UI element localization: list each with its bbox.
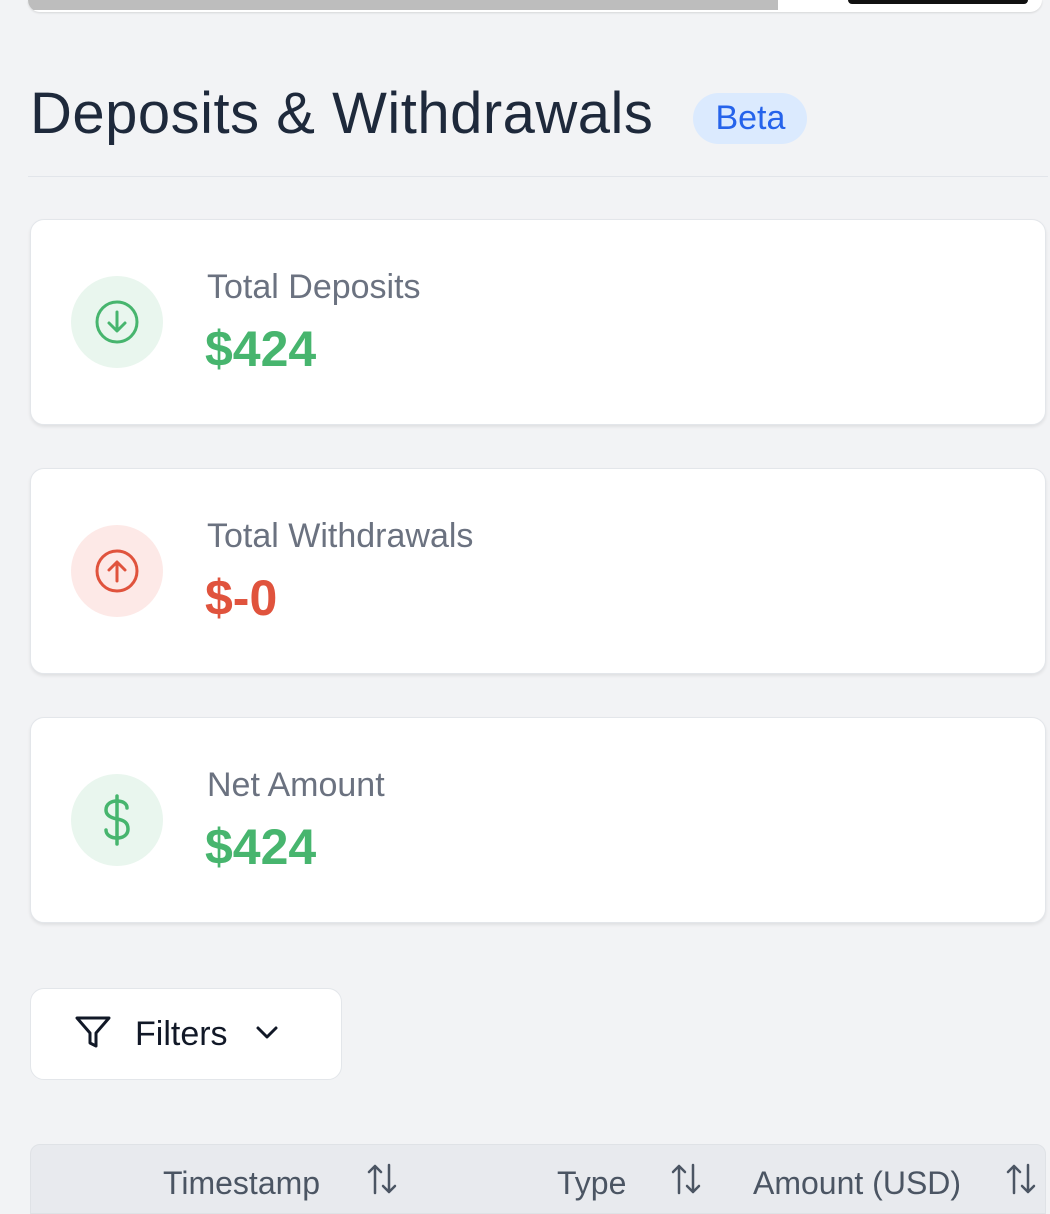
top-bar-chip[interactable]	[848, 0, 1028, 4]
chevron-down-icon	[254, 1019, 280, 1050]
column-label-timestamp: Timestamp	[163, 1164, 321, 1201]
total-deposits-value: $424	[205, 321, 317, 377]
table-header: Timestamp Type Amount (USD)	[30, 1144, 1046, 1214]
filters-button[interactable]: Filters	[30, 988, 342, 1080]
sort-icon[interactable]	[668, 1161, 704, 1205]
dollar-sign-icon	[71, 774, 163, 866]
total-withdrawals-value: $-0	[205, 570, 278, 626]
header-divider	[28, 176, 1048, 177]
beta-badge: Beta	[693, 93, 808, 144]
arrow-up-circle-icon	[71, 525, 163, 617]
net-amount-value: $424	[205, 819, 317, 875]
column-label-type: Type	[557, 1164, 627, 1201]
total-deposits-label: Total Deposits	[207, 268, 421, 306]
sort-icon[interactable]	[1003, 1161, 1039, 1205]
top-bar	[28, 0, 1042, 12]
total-withdrawals-label: Total Withdrawals	[207, 517, 474, 555]
column-label-amount: Amount (USD)	[753, 1164, 962, 1201]
net-amount-label: Net Amount	[207, 766, 385, 804]
page-title: Deposits & Withdrawals	[30, 81, 654, 146]
total-deposits-card: Total Deposits $424	[30, 219, 1046, 425]
filter-icon	[73, 1012, 113, 1057]
total-withdrawals-card: Total Withdrawals $-0	[30, 468, 1046, 674]
scroll-progress-bar[interactable]	[28, 0, 779, 10]
page-header: Deposits & Withdrawals Beta	[30, 80, 808, 147]
column-header-timestamp[interactable]: Timestamp	[163, 1161, 400, 1205]
sort-icon[interactable]	[364, 1161, 400, 1205]
column-header-amount[interactable]: Amount (USD)	[753, 1161, 1039, 1205]
net-amount-card: Net Amount $424	[30, 717, 1046, 923]
arrow-down-circle-icon	[71, 276, 163, 368]
column-header-type[interactable]: Type	[557, 1161, 704, 1205]
filters-label: Filters	[135, 1014, 228, 1053]
